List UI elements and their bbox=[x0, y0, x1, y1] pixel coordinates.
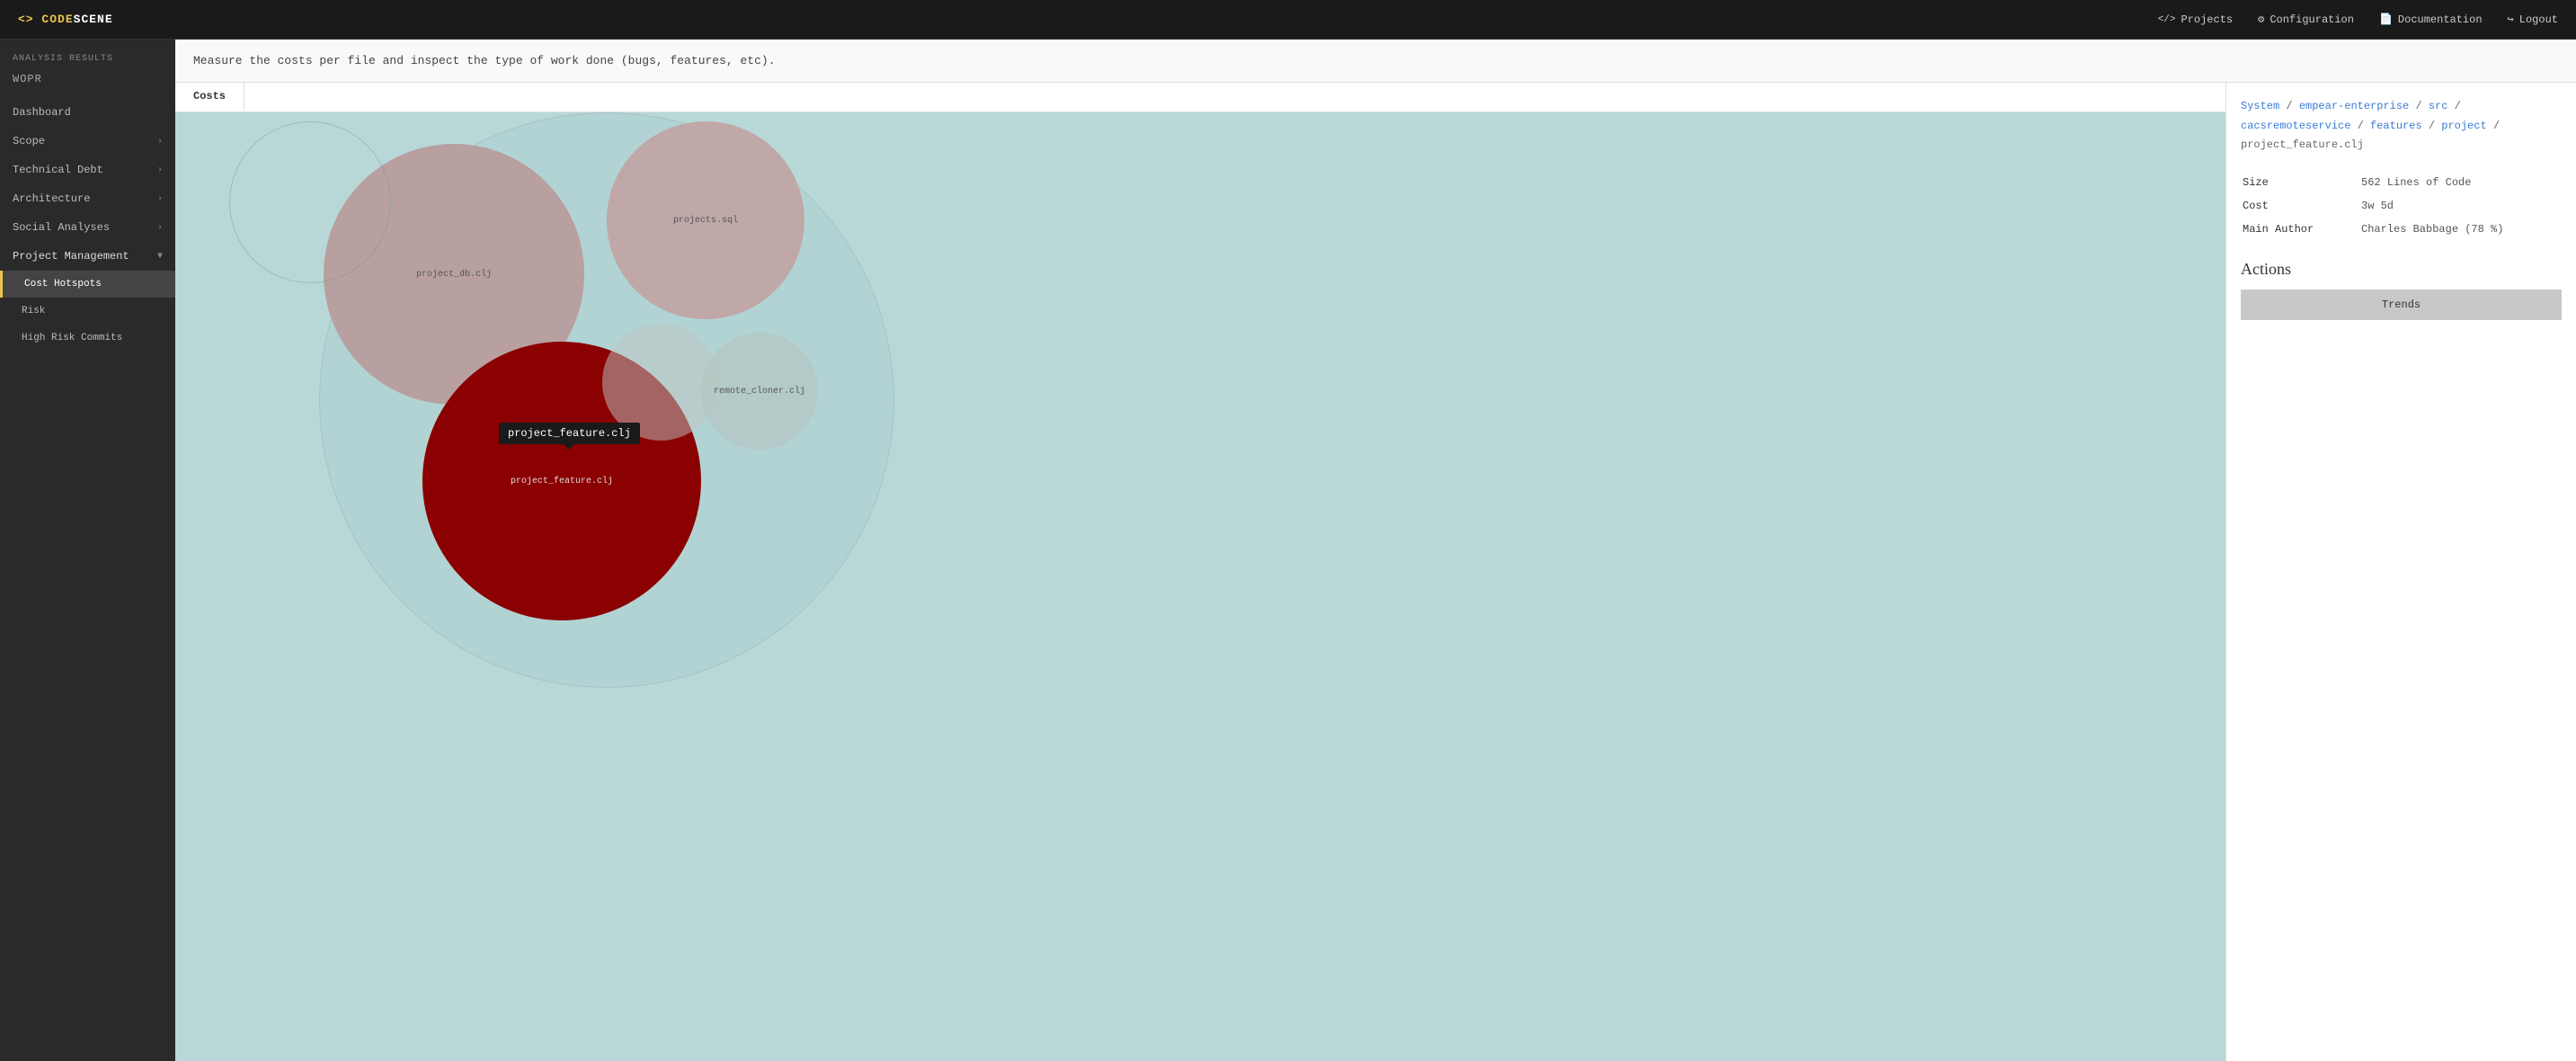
sidebar-section-label: ANALYSIS RESULTS bbox=[0, 40, 175, 73]
breadcrumb-separator: / bbox=[2409, 100, 2429, 112]
cost-value: 3w 5d bbox=[2361, 195, 2560, 217]
content-area: Measure the costs per file and inspect t… bbox=[175, 40, 2576, 1061]
breadcrumb-separator: / bbox=[2487, 120, 2500, 132]
bubble-label: remote_cloner.clj bbox=[710, 383, 809, 400]
actions-section: Actions Trends bbox=[2241, 260, 2562, 320]
author-value: Charles Babbage (78 %) bbox=[2361, 218, 2560, 240]
file-info: Size 562 Lines of Code Cost 3w 5d Main A… bbox=[2241, 170, 2562, 242]
bubble-b6[interactable]: remote_cloner.clj bbox=[701, 333, 818, 450]
logo-symbol: <> bbox=[18, 13, 34, 26]
cost-label: Cost bbox=[2243, 195, 2359, 217]
bubble-b2[interactable]: projects.sql bbox=[607, 121, 804, 319]
breadcrumb-link[interactable]: project bbox=[2441, 120, 2486, 132]
page-description: Measure the costs per file and inspect t… bbox=[175, 40, 2576, 83]
bubble-label: project_db.clj bbox=[413, 266, 495, 283]
projects-link[interactable]: </> Projects bbox=[2158, 13, 2233, 26]
breadcrumb-separator: / bbox=[2422, 120, 2442, 132]
sidebar-item-technical-debt[interactable]: Technical Debt › bbox=[0, 156, 175, 184]
breadcrumb-separator: / bbox=[2350, 120, 2370, 132]
logout-icon: ↪ bbox=[2508, 13, 2514, 26]
bubble-label: project_feature.clj bbox=[507, 473, 617, 490]
breadcrumb-link[interactable]: cacsremoteservice bbox=[2241, 120, 2350, 132]
trends-button[interactable]: Trends bbox=[2241, 290, 2562, 320]
file-size-row: Size 562 Lines of Code bbox=[2243, 172, 2560, 193]
breadcrumb-separator: / bbox=[2279, 100, 2299, 112]
breadcrumb-link[interactable]: empear-enterprise bbox=[2299, 100, 2409, 112]
projects-icon: </> bbox=[2158, 14, 2176, 25]
sidebar-item-scope[interactable]: Scope › bbox=[0, 127, 175, 156]
logo-suffix: SCENE bbox=[74, 13, 113, 26]
actions-title: Actions bbox=[2241, 260, 2562, 279]
sidebar-item-architecture[interactable]: Architecture › bbox=[0, 184, 175, 213]
breadcrumb: System / empear-enterprise / src / cacsr… bbox=[2241, 97, 2562, 156]
sidebar-item-high-risk-commits[interactable]: High Risk Commits bbox=[0, 325, 175, 352]
content-body: Costs project_db.cljprojects.sqlproject_… bbox=[175, 83, 2576, 1061]
chevron-right-icon: › bbox=[157, 223, 163, 233]
breadcrumb-link[interactable]: src bbox=[2429, 100, 2448, 112]
breadcrumb-link[interactable]: features bbox=[2370, 120, 2422, 132]
file-cost-row: Cost 3w 5d bbox=[2243, 195, 2560, 217]
size-value: 562 Lines of Code bbox=[2361, 172, 2560, 193]
sidebar-item-dashboard[interactable]: Dashboard bbox=[0, 98, 175, 127]
sidebar: ANALYSIS RESULTS WOPR Dashboard Scope › … bbox=[0, 40, 175, 1061]
chevron-down-icon: ▼ bbox=[157, 252, 163, 262]
breadcrumb-current: project_feature.clj bbox=[2241, 138, 2364, 151]
chevron-right-icon: › bbox=[157, 165, 163, 175]
bubble-chart-container[interactable]: project_db.clj projects.sql project_featur… bbox=[175, 112, 2225, 1061]
logo-prefix: CODE bbox=[41, 13, 73, 26]
gear-icon: ⚙ bbox=[2258, 13, 2264, 26]
documentation-link[interactable]: 📄 Documentation bbox=[2379, 13, 2483, 26]
chart-tabs: Costs bbox=[175, 83, 2225, 112]
sidebar-item-project-management[interactable]: Project Management ▼ bbox=[0, 242, 175, 271]
chevron-right-icon: › bbox=[157, 137, 163, 147]
right-panel: System / empear-enterprise / src / cacsr… bbox=[2225, 83, 2576, 1061]
top-navigation: <> CODESCENE </> Projects ⚙ Configuratio… bbox=[0, 0, 2576, 40]
tab-costs[interactable]: Costs bbox=[175, 83, 244, 111]
main-layout: ANALYSIS RESULTS WOPR Dashboard Scope › … bbox=[0, 40, 2576, 1061]
doc-icon: 📄 bbox=[2379, 13, 2393, 26]
breadcrumb-separator: / bbox=[2447, 100, 2460, 112]
chart-area: Costs project_db.cljprojects.sqlproject_… bbox=[175, 83, 2225, 1061]
size-label: Size bbox=[2243, 172, 2359, 193]
app-logo: <> CODESCENE bbox=[18, 13, 113, 26]
sidebar-item-social-analyses[interactable]: Social Analyses › bbox=[0, 213, 175, 242]
bubble-b4[interactable] bbox=[229, 121, 391, 283]
nav-links: </> Projects ⚙ Configuration 📄 Documenta… bbox=[2158, 13, 2558, 26]
configuration-link[interactable]: ⚙ Configuration bbox=[2258, 13, 2354, 26]
sidebar-project-name: WOPR bbox=[0, 73, 175, 98]
bubble-label: projects.sql bbox=[670, 212, 742, 229]
chevron-right-icon: › bbox=[157, 194, 163, 204]
logout-link[interactable]: ↪ Logout bbox=[2508, 13, 2558, 26]
file-author-row: Main Author Charles Babbage (78 %) bbox=[2243, 218, 2560, 240]
breadcrumb-link[interactable]: System bbox=[2241, 100, 2279, 112]
sidebar-item-cost-hotspots[interactable]: Cost Hotspots bbox=[0, 271, 175, 298]
sidebar-item-risk[interactable]: Risk bbox=[0, 298, 175, 325]
author-label: Main Author bbox=[2243, 218, 2359, 240]
